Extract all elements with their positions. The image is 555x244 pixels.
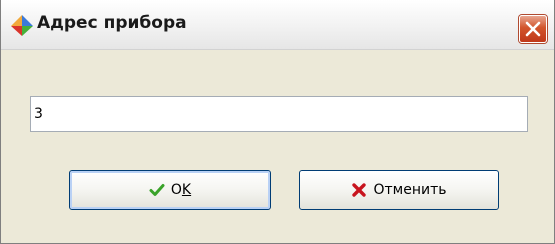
cancel-button[interactable]: Отменить	[299, 170, 499, 210]
close-icon	[525, 21, 541, 37]
ok-button-label: OK	[171, 182, 191, 198]
ok-label-accelerator: K	[181, 182, 192, 198]
checkmark-icon	[149, 184, 165, 196]
window-title: Адрес прибора	[37, 13, 187, 33]
close-button[interactable]	[519, 15, 547, 43]
title-bar[interactable]: Адрес прибора	[1, 0, 554, 50]
cancel-button-label: Отменить	[373, 182, 447, 198]
address-input[interactable]	[30, 96, 528, 132]
cross-icon	[352, 183, 367, 197]
ok-label-main: O	[170, 182, 182, 198]
app-icon	[11, 15, 33, 36]
address-dialog: Адрес прибора OK Отменить	[0, 0, 555, 244]
ok-button[interactable]: OK	[69, 170, 271, 210]
